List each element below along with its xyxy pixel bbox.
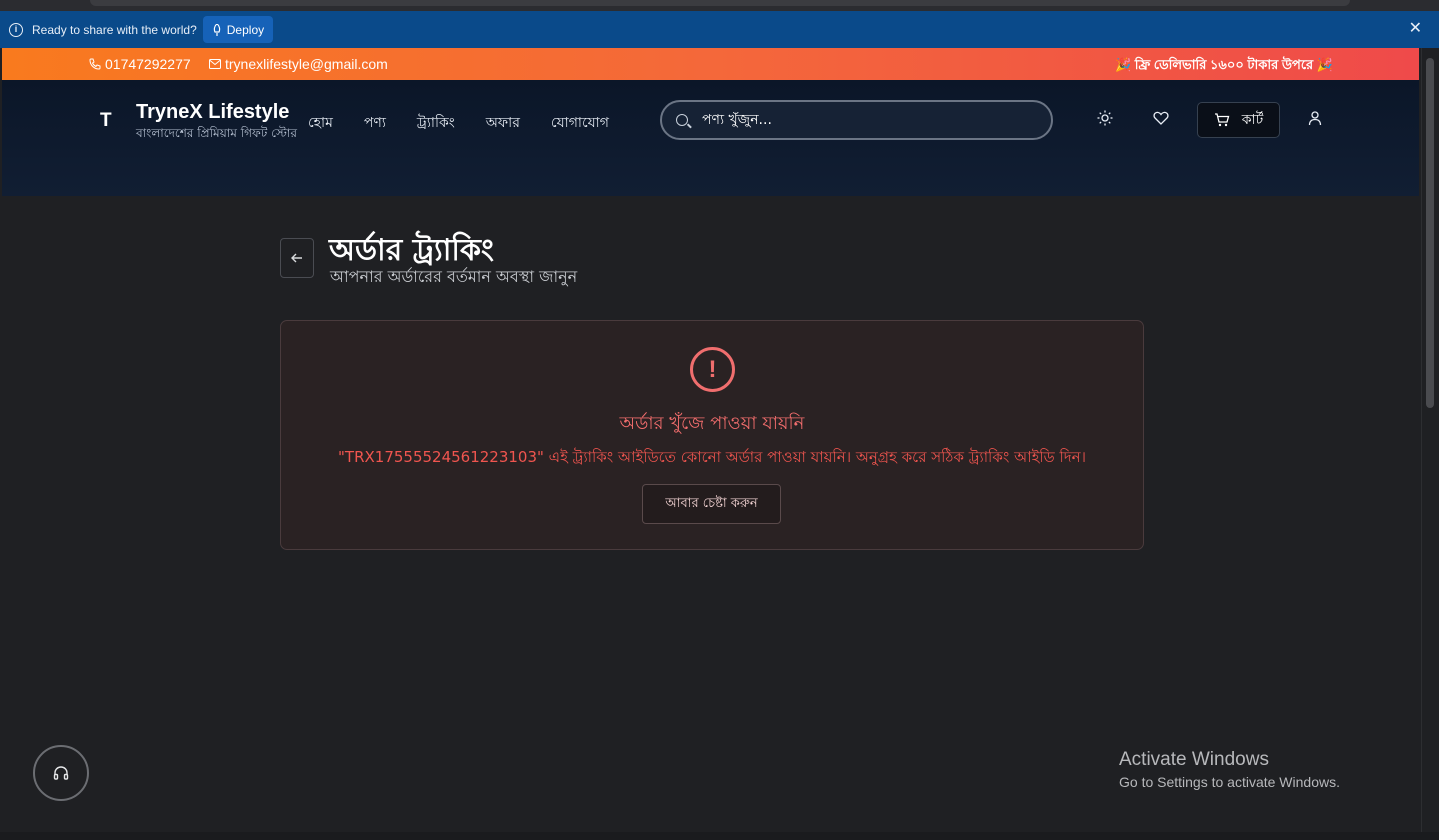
deploy-message: Ready to share with the world?: [32, 22, 197, 37]
promo-topbar: 01747292277 trynexlifestyle@gmail.com 🎉 …: [2, 48, 1419, 80]
mail-icon: [209, 59, 221, 69]
order-not-found-card: ! অর্ডার খুঁজে পাওয়া যায়নি "TRX1755552…: [280, 320, 1144, 550]
main-content: অর্ডার ট্র্যাকিং আপনার অর্ডারের বর্তমান …: [2, 196, 1419, 832]
close-icon[interactable]: ✕: [1409, 21, 1422, 37]
headphones-icon: [53, 766, 69, 780]
contact-phone[interactable]: 01747292277: [89, 56, 191, 72]
nav-home[interactable]: হোম: [308, 111, 333, 135]
cart-icon: [1214, 113, 1230, 127]
contact-email[interactable]: trynexlifestyle@gmail.com: [209, 56, 388, 72]
logo-mark[interactable]: T: [100, 110, 112, 132]
alert-circle-icon: !: [690, 347, 735, 392]
page-subtitle: আপনার অর্ডারের বর্তমান অবস্থা জানুন: [330, 267, 578, 286]
deploy-button-label: Deploy: [226, 22, 265, 37]
nav-offers[interactable]: অফার: [486, 111, 520, 135]
deploy-button[interactable]: Deploy: [202, 16, 274, 43]
arrow-left-icon: [291, 253, 302, 263]
page-scrollbar[interactable]: [1421, 48, 1439, 832]
search-icon: [676, 114, 688, 126]
heart-icon[interactable]: [1153, 110, 1169, 130]
back-button[interactable]: [280, 238, 314, 278]
email-address: trynexlifestyle@gmail.com: [225, 56, 388, 72]
info-icon: i: [9, 22, 23, 37]
cart-button[interactable]: কার্ট: [1197, 102, 1280, 138]
error-title: অর্ডার খুঁজে পাওয়া যায়নি: [619, 413, 805, 434]
brand-name[interactable]: TryneX Lifestyle: [136, 101, 289, 124]
window-bottom-edge: [0, 832, 1439, 840]
windows-watermark-subtitle: Go to Settings to activate Windows.: [1119, 774, 1340, 790]
phone-icon: [89, 58, 101, 70]
address-bar[interactable]: [90, 0, 1350, 6]
nav-tracking[interactable]: ট্র্যাকিং: [417, 111, 455, 135]
error-message: "TRX17555524561223103" এই ট্র্যাকিং আইডি…: [338, 448, 1086, 466]
rocket-icon: [213, 23, 220, 36]
retry-button[interactable]: আবার চেষ্টা করুন: [642, 484, 781, 524]
search-input[interactable]: [702, 112, 1051, 128]
free-delivery-offer: 🎉 ফ্রি ডেলিভারি ১৬০০ টাকার উপরে 🎉: [1114, 57, 1333, 72]
nav-products[interactable]: পণ্য: [364, 111, 386, 135]
deploy-banner: i Ready to share with the world? Deploy …: [0, 11, 1439, 48]
user-icon[interactable]: [1308, 110, 1322, 130]
search-box[interactable]: [660, 100, 1053, 140]
support-chat-button[interactable]: [33, 745, 89, 801]
brand-tagline: বাংলাদেশের প্রিমিয়াম গিফট স্টোর: [136, 126, 297, 140]
phone-number: 01747292277: [105, 56, 191, 72]
sun-icon[interactable]: [1097, 110, 1113, 130]
browser-chrome-strip: [0, 0, 1439, 11]
cart-label: কার্ট: [1241, 112, 1264, 128]
main-nav: হোম পণ্য ট্র্যাকিং অফার যোগাযোগ: [308, 111, 609, 135]
site-header: T TryneX Lifestyle বাংলাদেশের প্রিমিয়াম…: [2, 80, 1419, 196]
nav-contact[interactable]: যোগাযোগ: [551, 111, 609, 135]
windows-watermark-title: Activate Windows: [1119, 749, 1269, 770]
scrollbar-thumb[interactable]: [1426, 58, 1434, 408]
